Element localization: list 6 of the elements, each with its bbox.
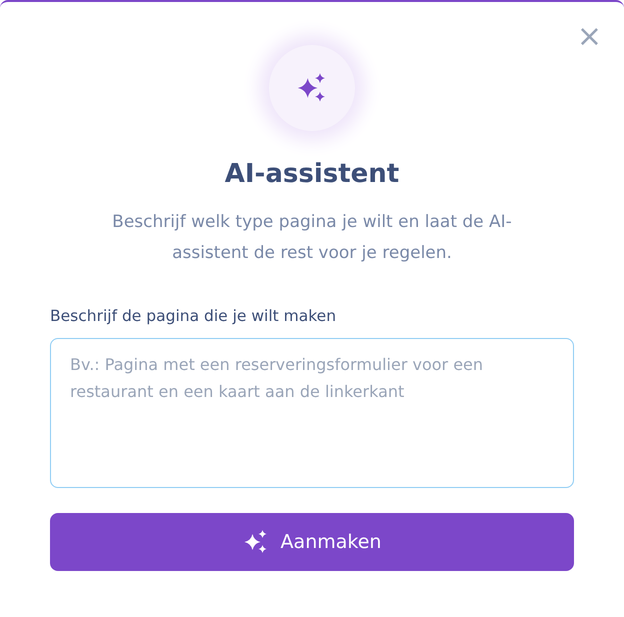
description-field[interactable]: Bv.: Pagina met een reserveringsformulier voor een restaurant en een kaart aan de linkerkant (50, 338, 574, 488)
dialog-title: AI-assistent (224, 159, 400, 189)
field-label: Beschrijf de pagina die je wilt maken (50, 307, 338, 325)
dialog-description: Beschrijf welk type pagina je wilt en laat de AI-assistent de rest voor je regelen. (111, 211, 513, 265)
sparkle-icon (242, 529, 269, 555)
create-button[interactable]: Aanmaken (50, 513, 574, 571)
